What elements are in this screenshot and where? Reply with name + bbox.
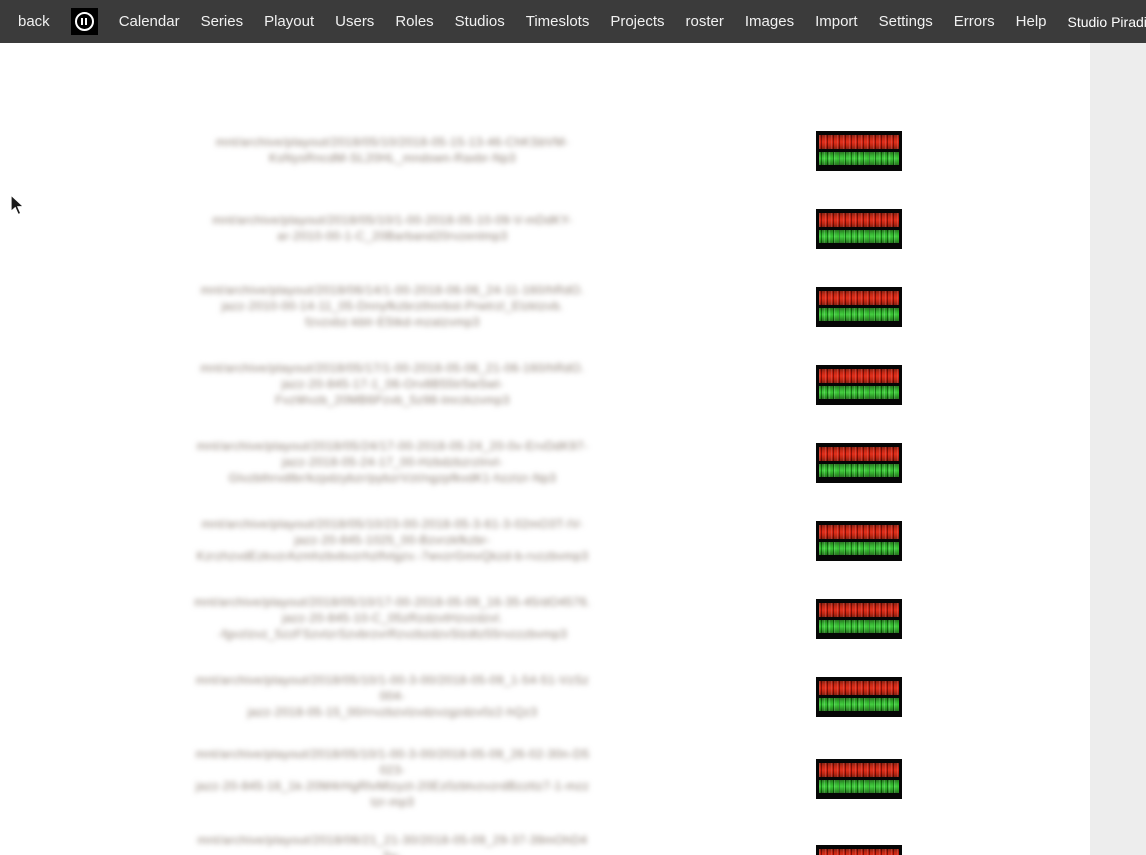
waveform-right-channel [819,386,899,399]
waveform-right-channel [819,308,899,321]
redacted-path-text: mnt/archive/playout/2018/06/21_21-30/201… [194,832,591,855]
nav-playout[interactable]: Playout [264,13,314,30]
waveform-right-channel [819,152,899,165]
nav-timeslots[interactable]: Timeslots [526,13,590,30]
waveform-thumbnail[interactable] [816,287,902,327]
waveform-left-channel [819,135,899,149]
waveform-thumbnail[interactable] [816,365,902,405]
waveform-right-channel [819,230,899,243]
nav-studios[interactable]: Studios [455,13,505,30]
redacted-path-text: mnt/archive/playout/2018/05/10/17-00-201… [194,594,591,642]
studio-select-value: Studio Piradio [1068,14,1146,30]
pause-circle-logo-icon[interactable] [71,8,98,35]
waveform-left-channel [819,369,899,383]
nav-import[interactable]: Import [815,13,858,30]
waveform-thumbnail[interactable] [816,599,902,639]
redacted-path-text: mnt/archive/playout/2018/05/10/2018-05-1… [216,134,569,166]
redacted-path-text: mnt/archive/playout/2018/05/10/1-00-2018… [212,212,572,244]
waveform-thumbnail[interactable] [816,759,902,799]
waveform-thumbnail[interactable] [816,521,902,561]
waveform-left-channel [819,213,899,227]
waveform-thumbnail[interactable] [816,677,902,717]
waveform-right-channel [819,464,899,477]
redacted-path-text: mnt/archive/playout/2018/05/24/17-00-201… [197,438,588,486]
waveform-right-channel [819,620,899,633]
waveform-left-channel [819,763,899,777]
playout-path-cell: mnt/archive/playout/2018/05/10/1-00-3-00… [190,736,595,822]
waveform-right-channel [819,698,899,711]
nav-help[interactable]: Help [1016,13,1047,30]
waveform-left-channel [819,447,899,461]
nav-calendar[interactable]: Calendar [119,13,180,30]
nav-roles[interactable]: Roles [395,13,433,30]
waveform-left-channel [819,525,899,539]
redacted-path-text: mnt/archive/playout/2018/05/10/1-00-3-00… [194,746,591,810]
mouse-cursor [10,194,26,216]
redacted-path-text: mnt/archive/playout/2018/05/10/23-00-201… [197,516,589,564]
redacted-path-text: mnt/archive/playout/2018/05/10/1-00-3-00… [194,672,591,720]
top-nav: back Calendar Series Playout Users Roles… [0,0,1146,43]
nav-series[interactable]: Series [201,13,244,30]
content-background [0,0,1090,855]
waveform-left-channel [819,849,899,855]
nav-back[interactable]: back [18,13,50,30]
waveform-thumbnail[interactable] [816,131,902,171]
nav-images[interactable]: Images [745,13,794,30]
nav-roster[interactable]: roster [686,13,724,30]
nav-errors[interactable]: Errors [954,13,995,30]
redacted-path-text: mnt/archive/playout/2018/06/14/1-00-2018… [201,282,584,330]
waveform-right-channel [819,780,899,793]
waveform-thumbnail[interactable] [816,845,902,855]
nav-settings[interactable]: Settings [879,13,933,30]
waveform-left-channel [819,681,899,695]
waveform-left-channel [819,291,899,305]
app-screen: back Calendar Series Playout Users Roles… [0,0,1146,855]
studio-select[interactable]: Studio Piradio [1068,6,1146,38]
nav-users[interactable]: Users [335,13,374,30]
waveform-thumbnail[interactable] [816,443,902,483]
redacted-path-text: mnt/archive/playout/2018/05/17/1-00-2018… [200,360,584,408]
waveform-left-channel [819,603,899,617]
waveform-thumbnail[interactable] [816,209,902,249]
waveform-right-channel [819,542,899,555]
nav-projects[interactable]: Projects [610,13,664,30]
